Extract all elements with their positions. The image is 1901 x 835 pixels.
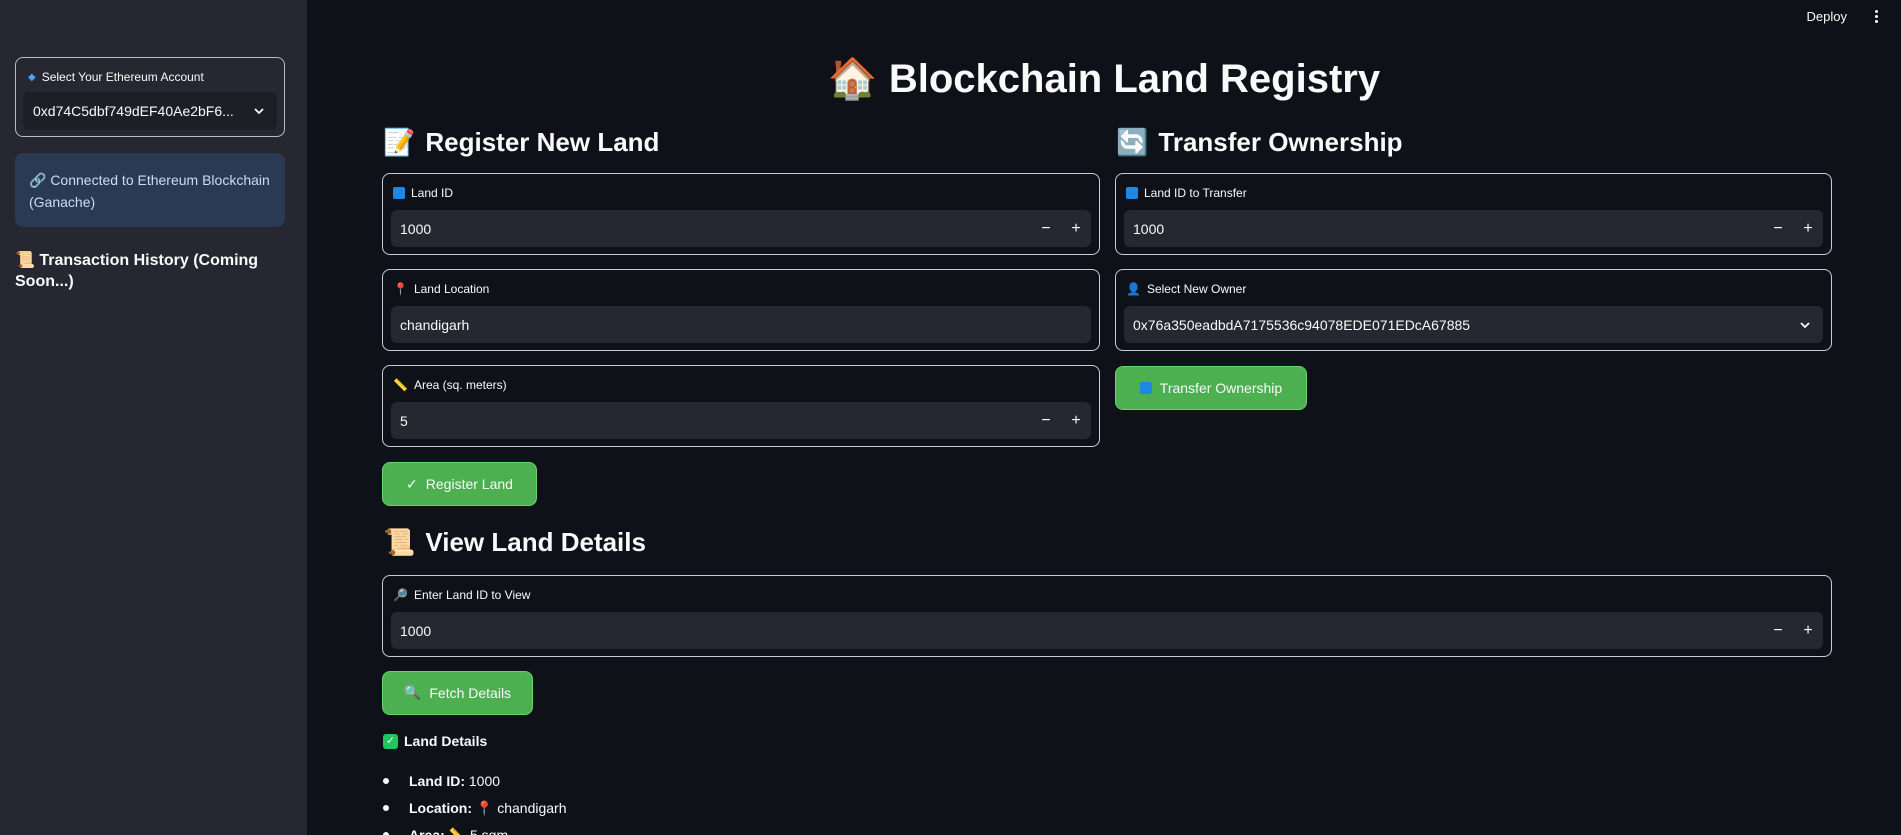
increment-button[interactable]: + — [1793, 622, 1823, 640]
account-select[interactable]: 0xd74C5dbf749dEF40Ae2bF6... — [23, 92, 277, 130]
numbers-icon — [393, 187, 405, 199]
ruler-icon: 📏 — [393, 378, 408, 392]
decrement-button[interactable]: − — [1763, 622, 1793, 640]
list-item: Land ID: 1000 — [383, 770, 567, 797]
land-id-input[interactable]: 1000 − + — [391, 210, 1091, 247]
diamond-icon: ◆ — [28, 71, 36, 83]
view-heading: 📜 View Land Details — [383, 527, 646, 558]
land-id-label: Land ID — [393, 186, 453, 200]
chevron-down-icon — [241, 104, 277, 118]
chevron-down-icon — [1787, 318, 1823, 332]
account-selector-box: ◆ Select Your Ethereum Account 0xd74C5db… — [15, 57, 285, 137]
account-label: ◆ Select Your Ethereum Account — [28, 70, 204, 84]
new-owner-field: 👤 Select New Owner 0x76a350eadbdA7175536… — [1115, 269, 1832, 351]
land-details-heading: ✓ Land Details — [383, 733, 487, 749]
list-item: Area: 📏 5 sqm — [383, 824, 567, 835]
new-owner-label: 👤 Select New Owner — [1126, 282, 1247, 296]
numbers-icon — [1126, 187, 1138, 199]
area-input[interactable]: 5 − + — [391, 402, 1091, 439]
person-icon: 👤 — [1126, 282, 1141, 296]
register-heading: 📝 Register New Land — [383, 127, 660, 158]
transfer-land-id-label: Land ID to Transfer — [1126, 186, 1247, 200]
decrement-button[interactable]: − — [1031, 220, 1061, 238]
decrement-button[interactable]: − — [1031, 412, 1061, 430]
decrement-button[interactable]: − — [1763, 220, 1793, 238]
memo-icon: 📝 — [383, 127, 416, 158]
land-location-input[interactable]: chandigarh — [391, 306, 1091, 343]
check-icon: ✓ — [406, 475, 418, 492]
kebab-menu-icon[interactable] — [1867, 9, 1885, 23]
register-land-button[interactable]: ✓ Register Land — [382, 462, 537, 506]
increment-button[interactable]: + — [1061, 412, 1091, 430]
land-details-list: Land ID: 1000 Location: 📍 chandigarh Are… — [383, 770, 567, 835]
refresh-icon — [1139, 382, 1152, 394]
page-title: 🏠 Blockchain Land Registry — [827, 56, 1381, 102]
transfer-land-id-field: Land ID to Transfer 1000 − + — [1115, 173, 1832, 255]
checkbox-icon: ✓ — [383, 733, 398, 749]
search-icon: 🔍 — [403, 685, 422, 701]
pin-icon: 📍 — [393, 282, 408, 296]
view-land-id-field: 🔎 Enter Land ID to View 1000 − + — [382, 575, 1832, 657]
area-label: 📏 Area (sq. meters) — [393, 378, 507, 392]
connection-status-alert: 🔗 Connected to Ethereum Blockchain (Gana… — [15, 153, 285, 227]
sidebar: ◆ Select Your Ethereum Account 0xd74C5db… — [0, 0, 307, 835]
magnifier-icon: 🔎 — [393, 588, 408, 602]
new-owner-select[interactable]: 0x76a350eadbdA7175536c94078EDE071EDcA678… — [1124, 306, 1823, 343]
view-land-id-label: 🔎 Enter Land ID to View — [393, 588, 531, 602]
land-location-field: 📍 Land Location chandigarh — [382, 269, 1100, 351]
increment-button[interactable]: + — [1793, 220, 1823, 238]
transaction-history-heading: 📜 Transaction History (Coming Soon...) — [15, 252, 259, 290]
refresh-icon: 🔄 — [1116, 127, 1149, 158]
transfer-heading: 🔄 Transfer Ownership — [1116, 127, 1403, 158]
transfer-land-id-input[interactable]: 1000 − + — [1124, 210, 1823, 247]
account-select-value: 0xd74C5dbf749dEF40Ae2bF6... — [33, 103, 234, 119]
top-bar: Deploy — [1807, 0, 1901, 32]
fetch-details-button[interactable]: 🔍 Fetch Details — [382, 671, 533, 715]
scroll-icon: 📜 — [383, 527, 416, 558]
area-field: 📏 Area (sq. meters) 5 − + — [382, 365, 1100, 447]
increment-button[interactable]: + — [1061, 220, 1091, 238]
house-icon: 🏠 — [827, 56, 878, 102]
list-item: Location: 📍 chandigarh — [383, 797, 567, 824]
deploy-button[interactable]: Deploy — [1807, 9, 1847, 24]
land-location-label: 📍 Land Location — [393, 282, 490, 296]
transfer-ownership-button[interactable]: Transfer Ownership — [1115, 366, 1307, 410]
view-land-id-input[interactable]: 1000 − + — [391, 612, 1823, 649]
land-id-field: Land ID 1000 − + — [382, 173, 1100, 255]
